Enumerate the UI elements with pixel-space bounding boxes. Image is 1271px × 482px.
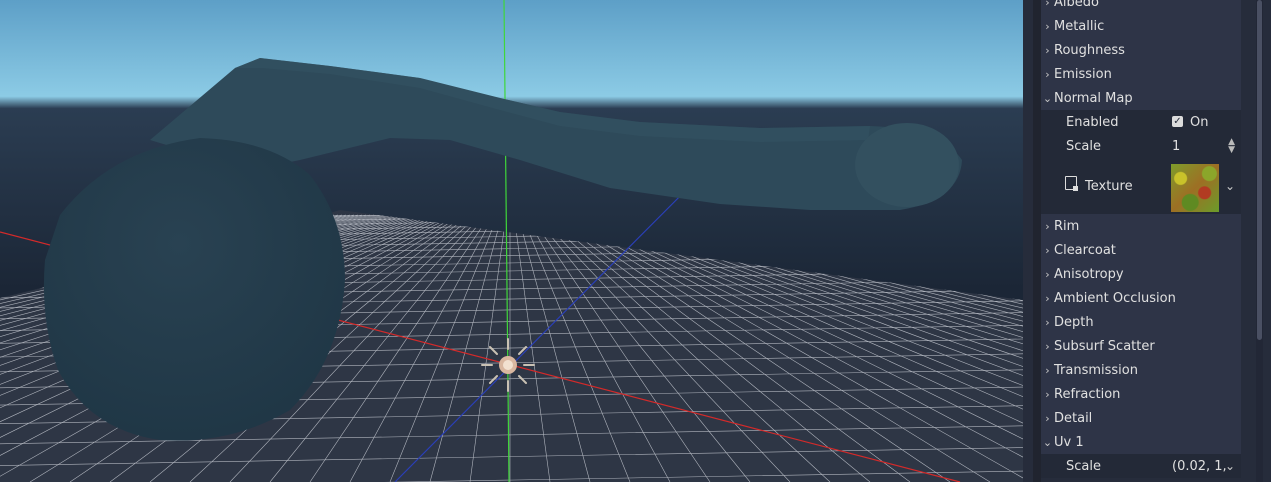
section-label: Depth <box>1054 314 1094 330</box>
scale-input[interactable]: 1 <box>1172 139 1180 154</box>
chevron-down-icon[interactable]: ⌄ <box>1225 459 1235 473</box>
section-uv1[interactable]: ⌄ Uv 1 <box>1041 430 1241 454</box>
section-label: Subsurf Scatter <box>1054 338 1155 354</box>
enabled-label: Enabled <box>1066 114 1119 130</box>
chevron-right-icon: › <box>1045 219 1050 233</box>
chevron-right-icon: › <box>1045 411 1050 425</box>
chevron-right-icon: › <box>1045 267 1050 281</box>
scale-label: Scale <box>1066 138 1101 154</box>
texture-icon <box>1065 176 1078 191</box>
texture-label: Texture <box>1085 178 1133 194</box>
scrollbar-thumb[interactable] <box>1257 0 1262 340</box>
section-label: Clearcoat <box>1054 242 1116 258</box>
chevron-right-icon: › <box>1045 67 1050 81</box>
section-ambient-occlusion[interactable]: › Ambient Occlusion <box>1041 286 1241 310</box>
3d-viewport[interactable] <box>0 0 1023 482</box>
section-label: Ambient Occlusion <box>1054 290 1176 306</box>
uv1-scale-value[interactable]: (0.02, 1, <box>1172 459 1227 474</box>
section-subsurf-scatter[interactable]: › Subsurf Scatter <box>1041 334 1241 358</box>
chevron-right-icon: › <box>1045 315 1050 329</box>
tube-end-cap <box>855 123 959 207</box>
section-roughness[interactable]: › Roughness <box>1041 38 1241 62</box>
section-depth[interactable]: › Depth <box>1041 310 1241 334</box>
chevron-right-icon: › <box>1045 19 1050 33</box>
section-label: Normal Map <box>1054 90 1133 106</box>
section-label: Albedo <box>1054 0 1099 10</box>
section-label: Transmission <box>1054 362 1138 378</box>
viewport-scene <box>0 0 1023 482</box>
section-emission[interactable]: › Emission <box>1041 62 1241 86</box>
section-anisotropy[interactable]: › Anisotropy <box>1041 262 1241 286</box>
section-detail[interactable]: › Detail <box>1041 406 1241 430</box>
section-label: Detail <box>1054 410 1093 426</box>
section-rim[interactable]: › Rim <box>1041 214 1241 238</box>
light-gizmo-icon[interactable] <box>481 338 535 392</box>
section-normal-map[interactable]: ⌄ Normal Map <box>1041 86 1241 110</box>
chevron-down-icon[interactable]: ⌄ <box>1225 179 1235 193</box>
inspector-scrollbar[interactable] <box>1256 0 1263 482</box>
chevron-right-icon: › <box>1045 387 1050 401</box>
section-label: Refraction <box>1054 386 1121 402</box>
section-metallic[interactable]: › Metallic <box>1041 14 1241 38</box>
chevron-down-icon: ⌄ <box>1042 435 1053 449</box>
enabled-checkbox[interactable]: ✓ <box>1172 116 1183 127</box>
chevron-right-icon: › <box>1045 363 1050 377</box>
chevron-right-icon: › <box>1045 0 1050 9</box>
panel-splitter[interactable] <box>1023 0 1033 482</box>
texture-thumbnail[interactable] <box>1171 164 1219 212</box>
enabled-value: On <box>1190 114 1209 130</box>
section-label: Rim <box>1054 218 1080 234</box>
normal-map-scale-row: Scale 1 ▲ ▼ <box>1041 134 1241 158</box>
uv1-scale-row: Scale (0.02, 1, ⌄ <box>1041 454 1241 478</box>
section-label: Anisotropy <box>1054 266 1124 282</box>
section-label: Roughness <box>1054 42 1125 58</box>
chevron-right-icon: › <box>1045 339 1050 353</box>
normal-map-enabled-row: Enabled ✓ On <box>1041 110 1241 134</box>
scale-label: Scale <box>1066 458 1101 474</box>
chevron-right-icon: › <box>1045 243 1050 257</box>
spinner-arrows-icon[interactable]: ▲ ▼ <box>1228 138 1235 155</box>
normal-map-texture-row: Texture ⌄ <box>1041 158 1241 214</box>
section-clearcoat[interactable]: › Clearcoat <box>1041 238 1241 262</box>
section-label: Emission <box>1054 66 1112 82</box>
section-label: Uv 1 <box>1054 434 1084 450</box>
chevron-right-icon: › <box>1045 291 1050 305</box>
inspector-panel: › Albedo › Metallic › Roughness › Emissi… <box>1033 0 1271 482</box>
section-refraction[interactable]: › Refraction <box>1041 382 1241 406</box>
section-albedo[interactable]: › Albedo <box>1041 0 1241 14</box>
chevron-right-icon: › <box>1045 43 1050 57</box>
section-transmission[interactable]: › Transmission <box>1041 358 1241 382</box>
inspector-indent-strip <box>1033 0 1041 482</box>
chevron-down-icon: ⌄ <box>1042 91 1053 105</box>
section-label: Metallic <box>1054 18 1105 34</box>
